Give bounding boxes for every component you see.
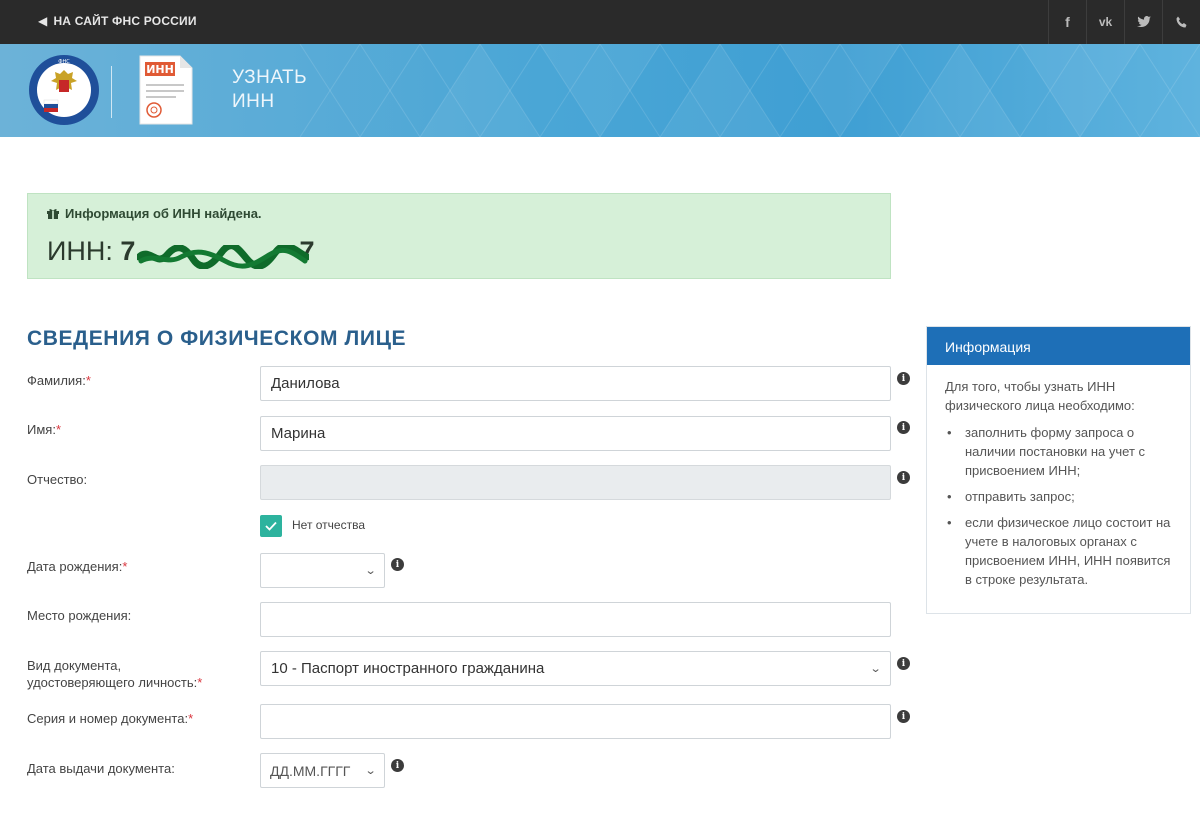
doc-type-info-icon[interactable]: i (897, 657, 910, 670)
arrow-left-icon: ◀ (38, 14, 48, 28)
info-panel: Информация Для того, чтобы узнать ИНН фи… (926, 326, 1191, 614)
inn-document-icon: ИНН (139, 55, 193, 125)
header-divider (111, 66, 112, 118)
surname-label: Фамилия:* (27, 373, 91, 388)
svg-text:ИНН: ИНН (146, 63, 174, 76)
svg-text:ФНС: ФНС (58, 59, 70, 65)
social-links: f vk (1048, 0, 1200, 44)
phone-icon[interactable] (1162, 0, 1200, 44)
top-bar: ◀ НА САЙТ ФНС РОССИИ f vk (0, 0, 1200, 44)
doc-number-input[interactable] (260, 704, 891, 739)
birth-date-label: Дата рождения:* (27, 559, 128, 574)
birth-date-info-icon[interactable]: i (391, 558, 404, 571)
name-info-icon[interactable]: i (897, 421, 910, 434)
patronymic-input[interactable] (260, 465, 891, 500)
chevron-down-icon: ⌄ (364, 565, 377, 577)
chevron-down-icon: ⌄ (364, 765, 377, 777)
gift-icon (47, 209, 59, 219)
inn-value-first: 7 (120, 236, 136, 266)
patronymic-label: Отчество: (27, 472, 88, 487)
issue-date-label: Дата выдачи документа: (27, 761, 175, 776)
birth-date-select[interactable]: ⌄ (260, 553, 385, 588)
doc-number-info-icon[interactable]: i (897, 710, 910, 723)
alert-heading-text: Информация об ИНН найдена. (65, 206, 262, 221)
list-item: отправить запрос; (945, 487, 1172, 506)
info-panel-body: Для того, чтобы узнать ИНН физического л… (927, 365, 1190, 608)
issue-date-select[interactable]: ДД.ММ.ГГГГ ⌄ (260, 753, 385, 788)
back-to-fns-link[interactable]: ◀ НА САЙТ ФНС РОССИИ (38, 14, 197, 28)
banner-title-line1: УЗНАТЬ (232, 67, 308, 88)
banner-title-line2: ИНН (232, 91, 275, 112)
info-panel-intro: Для того, чтобы узнать ИНН физического л… (945, 379, 1135, 413)
back-link-label: НА САЙТ ФНС РОССИИ (53, 14, 197, 28)
no-patronymic-label[interactable]: Нет отчества (292, 518, 365, 532)
list-item: если физическое лицо состоит на учете в … (945, 513, 1172, 589)
doc-type-select[interactable]: 10 - Паспорт иностранного гражданина ⌄ (260, 651, 891, 686)
banner-title: УЗНАТЬ ИНН (232, 66, 307, 114)
facebook-icon[interactable]: f (1048, 0, 1086, 44)
redaction-scribble (137, 245, 309, 269)
alert-heading: Информация об ИНН найдена. (47, 206, 262, 221)
vk-icon[interactable]: vk (1086, 0, 1124, 44)
birth-place-input[interactable] (260, 602, 891, 637)
name-label: Имя:* (27, 422, 61, 437)
section-title: СВЕДЕНИЯ О ФИЗИЧЕСКОМ ЛИЦЕ (27, 327, 407, 350)
doc-type-value: 10 - Паспорт иностранного гражданина (271, 660, 545, 677)
header-banner: ФНС ИНН УЗНАТЬ ИНН (0, 44, 1200, 137)
twitter-icon[interactable] (1124, 0, 1162, 44)
surname-info-icon[interactable]: i (897, 372, 910, 385)
issue-date-info-icon[interactable]: i (391, 759, 404, 772)
doc-type-label: Вид документа, удостоверяющего личность:… (27, 658, 203, 690)
chevron-down-icon: ⌄ (869, 663, 882, 675)
info-panel-list: заполнить форму запроса о наличии постан… (945, 423, 1172, 589)
list-item: заполнить форму запроса о наличии постан… (945, 423, 1172, 480)
birth-place-label: Место рождения: (27, 608, 132, 623)
checkmark-icon (265, 521, 277, 531)
inn-label: ИНН: (47, 236, 113, 266)
doc-number-label: Серия и номер документа:* (27, 711, 194, 726)
no-patronymic-checkbox[interactable] (260, 515, 282, 537)
patronymic-info-icon[interactable]: i (897, 471, 910, 484)
info-panel-title: Информация (927, 327, 1190, 365)
issue-date-placeholder: ДД.ММ.ГГГГ (270, 762, 351, 779)
surname-input[interactable]: Данилова (260, 366, 891, 401)
fns-emblem-logo: ФНС (29, 55, 99, 125)
name-input[interactable]: Марина (260, 416, 891, 451)
